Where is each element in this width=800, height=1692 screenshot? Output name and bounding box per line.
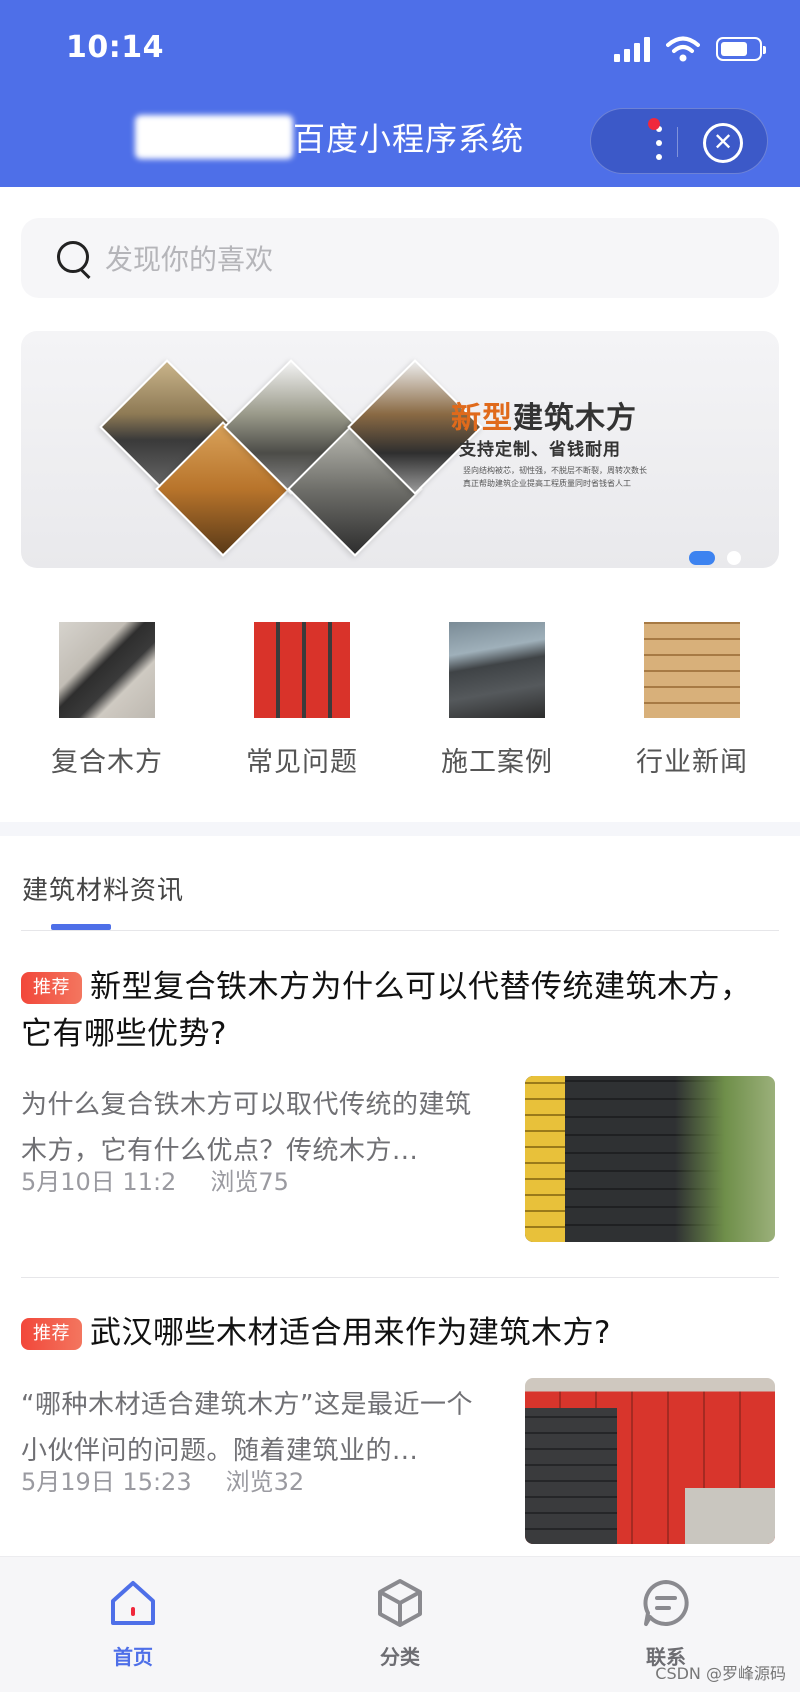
wifi-icon: [666, 36, 700, 62]
banner-carousel[interactable]: 新型建筑木方 支持定制、省钱耐用 竖向结构被芯，韧性强，不脱层不断裂，周转次数长…: [21, 331, 779, 568]
search-icon: [55, 239, 93, 277]
carousel-dot-active[interactable]: [689, 551, 715, 565]
close-circle-icon[interactable]: ✕: [703, 123, 743, 163]
article-date: 5月10日 11:2: [21, 1168, 177, 1196]
search-placeholder: 发现你的喜欢: [105, 243, 274, 276]
article-separator: [21, 1277, 779, 1278]
signal-icon: [614, 36, 650, 62]
article-meta: 5月10日 11:2 浏览75: [21, 1162, 289, 1197]
category-image: [449, 622, 545, 718]
thumb-ground: [685, 1488, 775, 1544]
banner-subheadline: 支持定制、省钱耐用: [459, 440, 621, 460]
home-icon: [111, 1581, 155, 1625]
status-icons: [614, 36, 766, 62]
category-grid: 复合木方 常见问题 施工案例 行业新闻: [0, 622, 800, 782]
battery-icon: [716, 37, 766, 61]
section-gap: [0, 822, 800, 836]
category-faq[interactable]: 常见问题: [205, 622, 399, 779]
thumb-yellow-ends: [525, 1076, 565, 1242]
recommend-tag: 推荐: [21, 972, 82, 1004]
news-divider: [21, 930, 779, 931]
category-label: 复合木方: [51, 747, 163, 778]
tab-contact[interactable]: 联系: [606, 1577, 726, 1670]
banner-photos: [99, 359, 483, 557]
category-industry-news[interactable]: 行业新闻: [595, 622, 789, 779]
article-meta: 5月19日 15:23 浏览32: [21, 1462, 304, 1497]
article-views: 浏览32: [225, 1468, 305, 1496]
article-title: 推荐 武汉哪些木材适合用来作为建筑木方?: [21, 1310, 779, 1357]
banner-small-text: 真正帮助建筑企业提高工程质量同时省钱省人工: [463, 479, 631, 488]
more-dots-icon[interactable]: [639, 123, 679, 163]
status-time: 10:14: [66, 30, 164, 65]
category-composite-timber[interactable]: 复合木方: [10, 622, 204, 779]
article-date: 5月19日 15:23: [21, 1468, 192, 1496]
article-card[interactable]: 推荐 新型复合铁木方为什么可以代替传统建筑木方，它有哪些优势? 为什么复合铁木方可…: [21, 964, 779, 1248]
nav-title: 百度小程序系统: [135, 113, 524, 161]
capsule-divider: [677, 127, 678, 157]
category-label: 行业新闻: [636, 747, 748, 778]
category-image: [59, 622, 155, 718]
category-image: [644, 622, 740, 718]
mini-program-capsule: ✕: [590, 108, 768, 174]
search-bar[interactable]: 发现你的喜欢: [21, 218, 779, 298]
article-title: 推荐 新型复合铁木方为什么可以代替传统建筑木方，它有哪些优势?: [21, 969, 752, 1052]
tab-home[interactable]: 首页: [73, 1577, 193, 1670]
nav-title-text: 百度小程序系统: [293, 120, 525, 158]
category-label: 常见问题: [246, 747, 358, 778]
chat-icon: [643, 1580, 689, 1626]
banner-headline: 新型建筑木方: [451, 401, 637, 436]
news-tab[interactable]: 建筑材料资讯: [22, 870, 184, 907]
article-thumbnail: [525, 1378, 775, 1544]
watermark: CSDN @罗峰源码: [655, 1664, 786, 1683]
article-summary: 为什么复合铁木方可以取代传统的建筑木方，它有什么优点？传统木方...: [21, 1090, 472, 1166]
redacted-name: [135, 115, 293, 159]
banner-small-text: 竖向结构被芯，韧性强，不脱层不断裂，周转次数长: [463, 466, 647, 475]
article-summary: “哪种木材适合建筑木方”这是最近一个小伙伴问的问题。随着建筑业的...: [21, 1390, 473, 1466]
article-card[interactable]: 推荐 武汉哪些木材适合用来作为建筑木方? “哪种木材适合建筑木方”这是最近一个小伙…: [21, 1310, 779, 1550]
article-thumbnail: [525, 1076, 775, 1242]
category-image: [254, 622, 350, 718]
tab-label: 分类: [380, 1645, 420, 1669]
thumb-dark-side: [525, 1408, 617, 1544]
category-cases[interactable]: 施工案例: [400, 622, 594, 779]
tab-label: 首页: [113, 1645, 153, 1669]
article-views: 浏览75: [210, 1168, 289, 1196]
tab-category[interactable]: 分类: [340, 1577, 460, 1670]
header: 10:14 百度小程序系统 ✕: [0, 0, 800, 187]
notification-dot: [648, 118, 660, 130]
cube-icon: [378, 1579, 422, 1627]
recommend-tag: 推荐: [21, 1318, 82, 1350]
carousel-dot[interactable]: [727, 551, 741, 565]
carousel-indicator: [689, 551, 741, 565]
category-label: 施工案例: [441, 747, 553, 778]
